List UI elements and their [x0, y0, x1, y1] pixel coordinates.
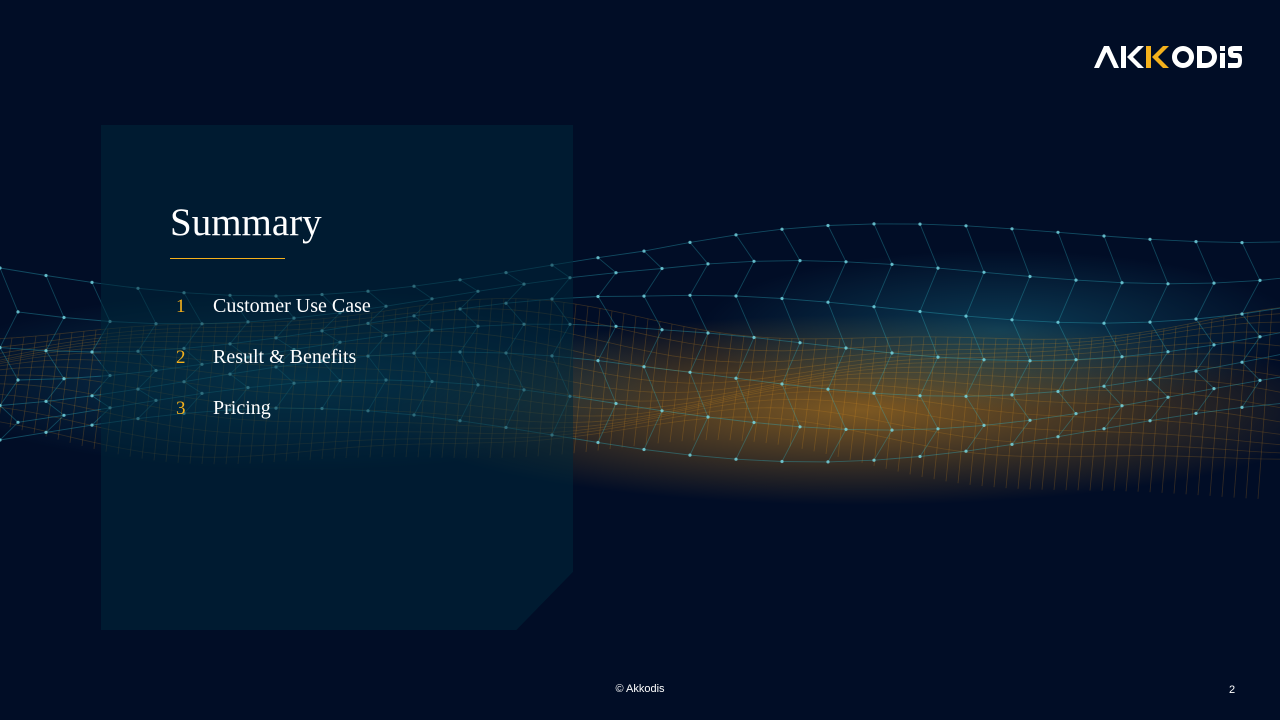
item-number: 2 — [176, 347, 186, 368]
item-number: 1 — [176, 296, 186, 317]
title-underline — [170, 258, 285, 259]
item-label: Customer Use Case — [213, 295, 371, 317]
item-label: Result & Benefits — [213, 346, 357, 368]
item-label: Pricing — [213, 397, 271, 419]
summary-item-result-benefits[interactable]: 2 Result & Benefits — [170, 346, 356, 369]
page-title: Summary — [170, 201, 322, 244]
summary-item-pricing[interactable]: 3 Pricing — [170, 397, 271, 420]
page-number: 2 — [1228, 684, 1236, 696]
akkodis-logo — [1094, 46, 1242, 68]
slide: Summary 1 Customer Use Case 2 Result & B… — [0, 0, 1280, 720]
item-number: 3 — [176, 398, 186, 419]
footer-copyright: © Akkodis — [615, 683, 665, 695]
summary-item-customer-use-case[interactable]: 1 Customer Use Case — [170, 295, 371, 318]
